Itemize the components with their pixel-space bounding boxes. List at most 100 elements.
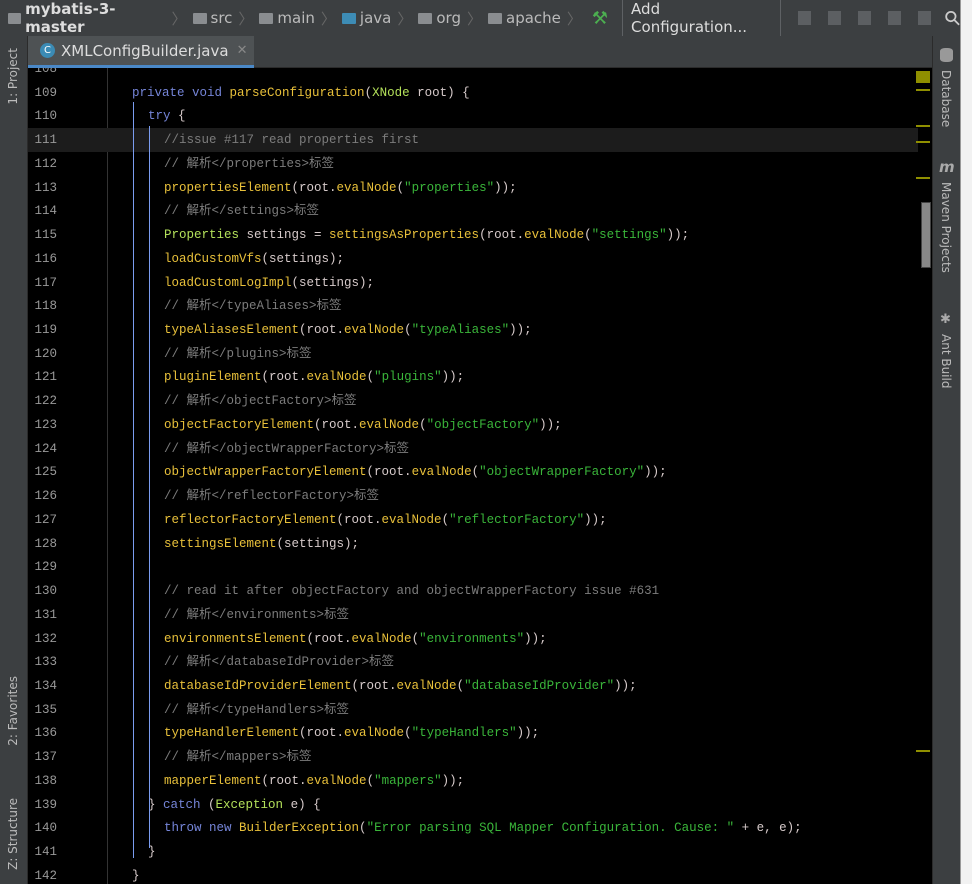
token-tx: (root. [291,180,337,195]
breadcrumb-org[interactable]: org [418,9,461,27]
line-number: 136 [34,726,57,741]
tab-xmlconfigbuilder[interactable]: C XMLConfigBuilder.java ✕ [28,36,254,68]
token-cm: // read it after objectFactory and objec… [164,584,660,599]
code-line: 111 //issue #117 read properties first [28,128,918,153]
scrollbar-marker[interactable] [916,750,930,752]
code-line: 141} [28,840,918,864]
maven-projects-tool-button[interactable]: Maven Projects [939,182,953,273]
token-tx: (root. [306,631,352,646]
code-line: 132 environmentsElement(root.evalNode("en… [28,627,918,651]
scrollbar-marker[interactable] [916,177,930,179]
breadcrumb-main[interactable]: main [259,9,315,27]
code-editor[interactable]: 108 109 private void parseConfiguration(XN… [28,68,932,884]
token-cm: // 解析</settings>标签 [164,204,320,219]
token-cm: // 解析</mappers>标签 [164,750,312,765]
code-text: typeAliasesElement(root.evalNode("typeAl… [164,318,532,342]
token-tx: ( [419,417,427,432]
code-text: databaseIdProviderElement(root.evalNode(… [164,674,637,698]
line-number: 132 [34,631,57,646]
line-number: 120 [34,346,57,361]
stop-icon[interactable] [888,11,902,25]
line-number: 140 [34,821,57,836]
code-text: private void parseConfiguration(XNode ro… [132,81,470,105]
close-tab-icon[interactable]: ✕ [237,43,248,58]
token-fn: evalNode [359,417,420,432]
build-hammer-icon[interactable]: ⚒ [592,8,608,29]
code-line: 124 // 解析</objectWrapperFactory>标签 [28,437,918,461]
breadcrumb-label: java [359,9,392,27]
code-text: Properties settings = settingsAsProperti… [164,223,689,247]
scrollbar-marker[interactable] [916,89,930,91]
code-text: // 解析</typeHandlers>标签 [164,698,349,722]
token-tx: )); [441,370,465,385]
structure-tool-button[interactable]: Z: Structure [6,798,20,870]
code-text: // read it after objectFactory and objec… [164,579,659,603]
debug-icon[interactable] [827,11,841,25]
project-tool-button[interactable]: 1: Project [6,48,20,105]
code-text: // 解析</plugins>标签 [164,342,312,366]
token-cm: // 解析</typeHandlers>标签 [164,702,350,717]
token-cm: // 解析</objectFactory>标签 [164,394,357,409]
token-tx: + e, e); [734,821,802,836]
scrollbar-marker[interactable] [916,141,930,143]
left-tool-strip: 1: Project 2: Favorites Z: Structure [0,36,28,884]
code-text: propertiesElement(root.evalNode("propert… [164,176,517,200]
line-number: 119 [34,323,57,338]
ant-build-tool-button[interactable]: Ant Build [939,334,953,388]
code-text: // 解析</properties>标签 [164,152,334,176]
line-number: 118 [34,299,57,314]
token-fn: typeAliasesElement [164,323,300,338]
token-kw: throw new [164,821,240,836]
token-st: "typeAliases" [411,323,510,338]
code-text: loadCustomVfs(settings); [164,247,344,271]
token-tx: ( [364,85,373,100]
token-fn: evalNode [344,726,405,741]
coverage-icon[interactable] [857,11,872,25]
token-ty: XNode [372,85,410,100]
line-number: 111 [34,133,57,148]
code-line: 126 // 解析</reflectorFactory>标签 [28,484,918,508]
scrollbar-marker[interactable] [916,125,930,127]
token-st: "objectWrapperFactory" [479,465,645,480]
code-line: 108 [28,68,918,81]
code-line: 139} catch (Exception e) { [28,793,918,817]
token-tx: settings = [239,228,330,243]
scrollbar-thumb[interactable] [921,202,931,268]
breadcrumb-src[interactable]: src [192,9,232,27]
breadcrumb-java[interactable]: java [341,9,392,27]
code-text: //issue #117 read properties first [164,128,419,152]
code-line: 113 propertiesElement(root.evalNode("prop… [28,176,918,200]
token-fn: loadCustomVfs [164,251,262,266]
token-fn: objectWrapperFactoryElement [164,465,367,480]
code-text: try { [148,104,186,128]
code-text: throw new BuilderException("Error parsin… [164,816,802,840]
favorites-tool-button[interactable]: 2: Favorites [6,676,20,746]
token-tx: ( [471,465,480,480]
line-number: 129 [34,560,57,575]
code-text: } [132,864,140,884]
breadcrumb-apache[interactable]: apache [488,9,561,27]
code-text: // 解析</typeAliases>标签 [164,294,342,318]
folder-icon [259,12,274,24]
project-icon [8,12,22,24]
code-line: 130 // read it after objectFactory and ob… [28,579,918,603]
code-text: objectWrapperFactoryElement(root.evalNod… [164,460,667,484]
inspection-status-icon[interactable] [916,71,930,83]
token-tx: (root. [479,228,525,243]
project-structure-icon[interactable] [918,11,932,25]
line-number: 135 [34,702,57,717]
database-tool-button[interactable]: Database [939,70,953,127]
token-fn: databaseIdProviderElement [164,678,352,693]
run-icon[interactable] [797,11,811,25]
folder-icon [192,12,207,24]
token-tx: (root. [336,512,382,527]
indent-guide [149,126,150,848]
line-number: 113 [34,180,57,195]
editor-tabs: C XMLConfigBuilder.java ✕ [28,36,932,68]
code-text: } catch (Exception e) { [148,793,321,817]
code-text: typeHandlerElement(root.evalNode("typeHa… [164,721,539,745]
add-configuration-button[interactable]: Add Configuration... [622,0,781,40]
code-line: 114 // 解析</settings>标签 [28,199,918,223]
breadcrumb-mybatis-3-master[interactable]: mybatis-3-master [8,0,165,36]
token-fn: parseConfiguration [229,85,365,100]
